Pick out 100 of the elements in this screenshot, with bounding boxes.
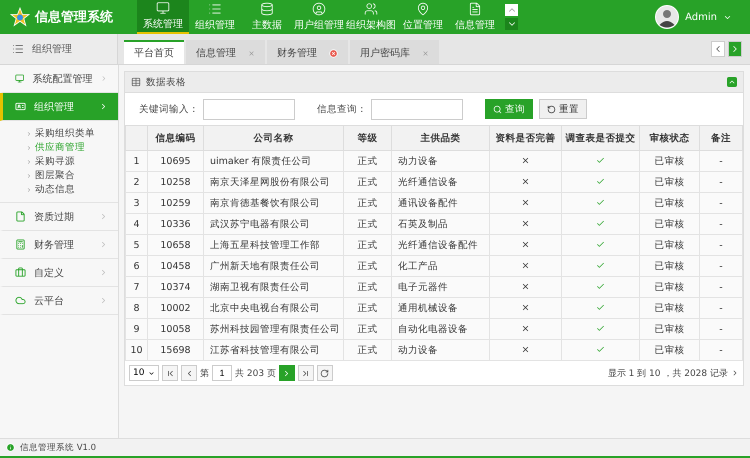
table-cell: 10002 <box>148 298 204 318</box>
table-cell: - <box>700 256 742 276</box>
chevron-icon <box>99 212 108 221</box>
table-cell: 正式 <box>344 150 392 172</box>
tab[interactable]: 用户密码库 <box>350 40 439 64</box>
table-cell: 10259 <box>148 192 204 214</box>
total-pages: 共 203 页 <box>235 368 276 380</box>
last-page-button[interactable] <box>298 365 314 381</box>
table-cell: 10458 <box>148 256 204 276</box>
table-cell: 10695 <box>148 150 204 172</box>
star-logo-icon <box>10 7 30 27</box>
table-cell: 光纤通信设备 <box>392 172 490 192</box>
table-cell: 正式 <box>344 234 392 256</box>
table-cell: 已审核 <box>640 150 700 172</box>
tabs-next-button[interactable] <box>728 41 742 57</box>
search-field[interactable] <box>203 98 295 120</box>
table-cell: 广州新天地有限责任公司 <box>204 256 344 276</box>
sidebar-item[interactable]: 云平台 <box>0 287 118 315</box>
document-icon <box>468 2 482 16</box>
file-icon <box>15 211 26 222</box>
monitor-icon <box>15 73 24 84</box>
row-number: 5 <box>126 234 148 256</box>
table-cell: 动力设备 <box>392 340 490 360</box>
table-cell: 10336 <box>148 214 204 234</box>
close-icon[interactable] <box>422 50 429 56</box>
submenu-item[interactable]: 图层聚合 <box>35 169 75 182</box>
database-icon <box>260 2 274 16</box>
user-circle-icon <box>312 2 326 16</box>
page-field[interactable]: 1 <box>212 365 232 381</box>
table-cell: 正式 <box>344 318 392 340</box>
table-cell: 已审核 <box>640 340 700 360</box>
table-cell: - <box>700 150 742 172</box>
info-icon <box>6 443 15 452</box>
chevron-icon <box>99 102 108 111</box>
table-cell: 已审核 <box>640 298 700 318</box>
column-header: 信息编码 <box>148 126 204 150</box>
tab[interactable]: 财务管理 <box>267 40 348 64</box>
table-cell: 15698 <box>148 340 204 360</box>
submenu-item[interactable]: 采购组织类单 <box>35 127 95 140</box>
chevron-icon <box>26 130 32 136</box>
chevron-icon <box>26 186 32 192</box>
tabs-prev-button[interactable] <box>711 41 725 57</box>
nav-item[interactable]: 系统管理 <box>137 0 189 34</box>
table-cell: 动力设备 <box>392 150 490 172</box>
submenu-item[interactable]: 动态信息 <box>35 183 75 196</box>
table-cell: - <box>700 234 742 256</box>
page-size-select[interactable]: 10 <box>129 365 159 381</box>
last-page-icon <box>301 368 310 378</box>
table-cell: - <box>700 172 742 192</box>
table-cell: 正式 <box>344 298 392 318</box>
chevron-icon <box>26 158 32 164</box>
table-cell: 石英及制品 <box>392 214 490 234</box>
table-cell: 已审核 <box>640 192 700 214</box>
search-field[interactable] <box>371 98 463 120</box>
row-number: 7 <box>126 276 148 298</box>
reset-icon <box>547 104 556 114</box>
row-number: 6 <box>126 256 148 276</box>
table-cell: 10658 <box>148 234 204 256</box>
row-number: 3 <box>126 192 148 214</box>
column-header: 调查表是否提交 <box>562 126 640 150</box>
row-number: 9 <box>126 318 148 340</box>
table-icon <box>131 77 141 87</box>
collapse-button[interactable] <box>727 77 737 87</box>
field-label: 关键词输入： <box>139 102 199 116</box>
table-cell: 正式 <box>344 192 392 214</box>
column-header: 资料是否完善 <box>490 126 562 150</box>
close-icon[interactable] <box>248 50 255 56</box>
chevron-icon <box>731 369 739 377</box>
sidebar-item[interactable]: 财务管理 <box>0 231 118 259</box>
chevron-icon <box>100 74 108 83</box>
submenu-item[interactable]: 采购寻源 <box>35 155 75 168</box>
refresh-button[interactable] <box>316 365 333 381</box>
tab[interactable]: 信息管理 <box>186 40 265 64</box>
chevron-icon <box>99 268 108 277</box>
table-cell: 武汉苏宁电器有限公司 <box>204 214 344 234</box>
tab[interactable]: 平台首页 <box>124 40 184 64</box>
reset-button[interactable]: 重置 <box>539 99 587 119</box>
next-page-button[interactable] <box>278 365 295 381</box>
table-cell: - <box>700 192 742 214</box>
panel-title: 数据表格 <box>146 76 187 88</box>
map-pin-icon <box>416 2 430 16</box>
sidebar-item[interactable]: 资质过期 <box>0 203 118 231</box>
sidebar-item[interactable]: 自定义 <box>0 259 118 287</box>
calculator-icon <box>15 239 26 250</box>
search-icon <box>493 104 502 114</box>
table-cell: 正式 <box>344 256 392 276</box>
first-page-button[interactable] <box>162 365 178 381</box>
table-cell: 已审核 <box>640 214 700 234</box>
chevron-up-icon <box>728 78 736 86</box>
row-number: 10 <box>126 340 148 360</box>
table-cell: uimaker 有限责任公司 <box>204 150 344 172</box>
table-cell: 通讯设备配件 <box>392 192 490 214</box>
table-cell: 电子元器件 <box>392 276 490 298</box>
table-cell: 已审核 <box>640 234 700 256</box>
scroll-down-button[interactable] <box>505 18 518 30</box>
scroll-up-button[interactable] <box>505 4 518 16</box>
table-cell: 已审核 <box>640 256 700 276</box>
avatar-icon[interactable] <box>655 5 680 29</box>
row-number: 1 <box>126 150 148 172</box>
chevron-icon <box>99 240 108 249</box>
